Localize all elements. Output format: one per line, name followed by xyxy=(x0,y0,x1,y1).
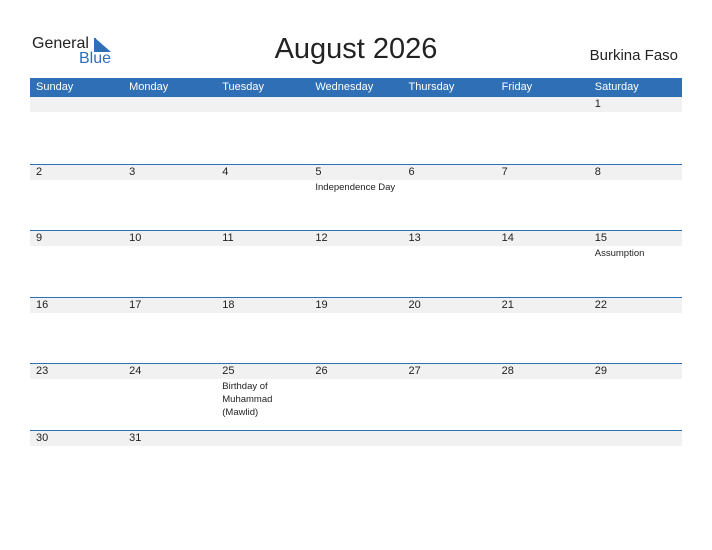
day-cell: 6 xyxy=(403,165,496,231)
day-number: 16 xyxy=(36,298,49,311)
country-label: Burkina Faso xyxy=(589,47,678,64)
day-cell: 23 xyxy=(30,364,123,430)
day-number: 27 xyxy=(408,365,421,377)
day-cell: 9 xyxy=(30,231,123,297)
weekday-saturday: Saturday xyxy=(594,81,639,93)
day-number: 31 xyxy=(129,431,142,444)
day-cell: 1 xyxy=(589,97,682,164)
day-number: 18 xyxy=(222,298,235,311)
day-cell: 5 Independence Day xyxy=(309,165,402,231)
day-cell xyxy=(216,431,309,470)
day-cell: 20 xyxy=(403,298,496,364)
day-cell xyxy=(403,431,496,470)
day-number: 5 xyxy=(315,165,322,178)
day-cell: 19 xyxy=(309,298,402,364)
holiday-label: Birthday of Muhammad (Mawlid) xyxy=(222,381,273,418)
day-number: 25 xyxy=(222,365,235,377)
day-cell: 27 xyxy=(403,364,496,430)
day-cell xyxy=(309,431,402,470)
day-cell: 3 xyxy=(123,165,216,231)
calendar-week: 23 24 25 Birthday of Muhammad (Mawlid) 26 27 2… xyxy=(30,363,682,430)
day-number: 4 xyxy=(222,165,229,178)
day-cell xyxy=(589,431,682,470)
day-number: 7 xyxy=(501,165,508,178)
day-number: 15 xyxy=(594,232,607,244)
day-number: 30 xyxy=(36,431,49,444)
day-number: 12 xyxy=(315,232,328,244)
day-number: 10 xyxy=(129,232,142,244)
holiday-label: Assumption xyxy=(594,248,645,259)
day-number: 22 xyxy=(594,298,607,311)
weekday-monday: Monday xyxy=(129,81,169,93)
weekday-sunday: Sunday xyxy=(36,81,74,93)
day-cell: 24 xyxy=(123,364,216,430)
day-number: 29 xyxy=(594,365,607,377)
day-cell xyxy=(496,97,589,164)
day-number: 28 xyxy=(501,365,514,377)
day-number: 17 xyxy=(129,298,142,311)
day-number: 2 xyxy=(36,165,43,178)
day-cell: 26 xyxy=(309,364,402,430)
weekday-wednesday: Wednesday xyxy=(315,81,374,93)
day-cell: 13 xyxy=(403,231,496,297)
day-cell: 14 xyxy=(496,231,589,297)
day-cell: 28 xyxy=(496,364,589,430)
day-number: 19 xyxy=(315,298,328,311)
day-number: 9 xyxy=(36,232,43,244)
weekday-thursday: Thursday xyxy=(408,81,455,93)
weekday-friday: Friday xyxy=(501,81,533,93)
day-cell xyxy=(403,97,496,164)
holiday-label: Independence Day xyxy=(315,181,396,193)
day-number: 23 xyxy=(36,365,49,377)
calendar-week: 30 31 xyxy=(30,429,682,470)
day-cell: 8 xyxy=(589,165,682,231)
day-number: 3 xyxy=(129,165,136,178)
day-cell: 2 xyxy=(30,165,123,231)
calendar-grid: Sunday Monday Tuesday Wednesday Thursday Frid… xyxy=(30,78,682,470)
day-cell: 4 xyxy=(216,165,309,231)
day-cell: 16 xyxy=(30,298,123,364)
day-cell: 7 xyxy=(496,165,589,231)
day-cell: 11 xyxy=(216,231,309,297)
day-cell: 29 xyxy=(589,364,682,430)
day-number: 14 xyxy=(501,232,514,244)
day-number: 26 xyxy=(315,365,328,377)
day-cell: 25 Birthday of Muhammad (Mawlid) xyxy=(216,364,309,430)
calendar-week: 16 17 18 19 20 21 22 xyxy=(30,296,682,364)
calendar-week: 1 xyxy=(30,97,682,164)
day-cell: 10 xyxy=(123,231,216,297)
weekday-tuesday: Tuesday xyxy=(222,81,265,93)
day-number: 11 xyxy=(222,232,234,244)
day-cell xyxy=(30,97,123,164)
day-cell xyxy=(123,97,216,164)
day-cell: 18 xyxy=(216,298,309,364)
day-cell xyxy=(496,431,589,470)
day-cell: 12 xyxy=(309,231,402,297)
day-number: 13 xyxy=(408,232,421,244)
weekday-header: Sunday Monday Tuesday Wednesday Thursday Frid… xyxy=(30,78,682,97)
day-cell xyxy=(309,97,402,164)
day-number: 6 xyxy=(408,165,415,178)
calendar-week: 2 3 4 5 Independence Day 6 7 8 xyxy=(30,163,682,231)
day-cell: 15 Assumption xyxy=(589,231,682,297)
day-number: 20 xyxy=(408,298,421,311)
day-cell: 30 xyxy=(30,431,123,470)
calendar-week: 9 10 11 12 13 14 15 Assumption xyxy=(30,230,682,297)
day-cell: 31 xyxy=(123,431,216,470)
day-number: 8 xyxy=(594,165,601,178)
day-cell: 17 xyxy=(123,298,216,364)
day-number: 21 xyxy=(501,298,514,311)
day-cell xyxy=(216,97,309,164)
day-cell: 22 xyxy=(589,298,682,364)
day-number: 1 xyxy=(594,98,601,110)
day-number: 24 xyxy=(129,365,142,377)
day-cell: 21 xyxy=(496,298,589,364)
